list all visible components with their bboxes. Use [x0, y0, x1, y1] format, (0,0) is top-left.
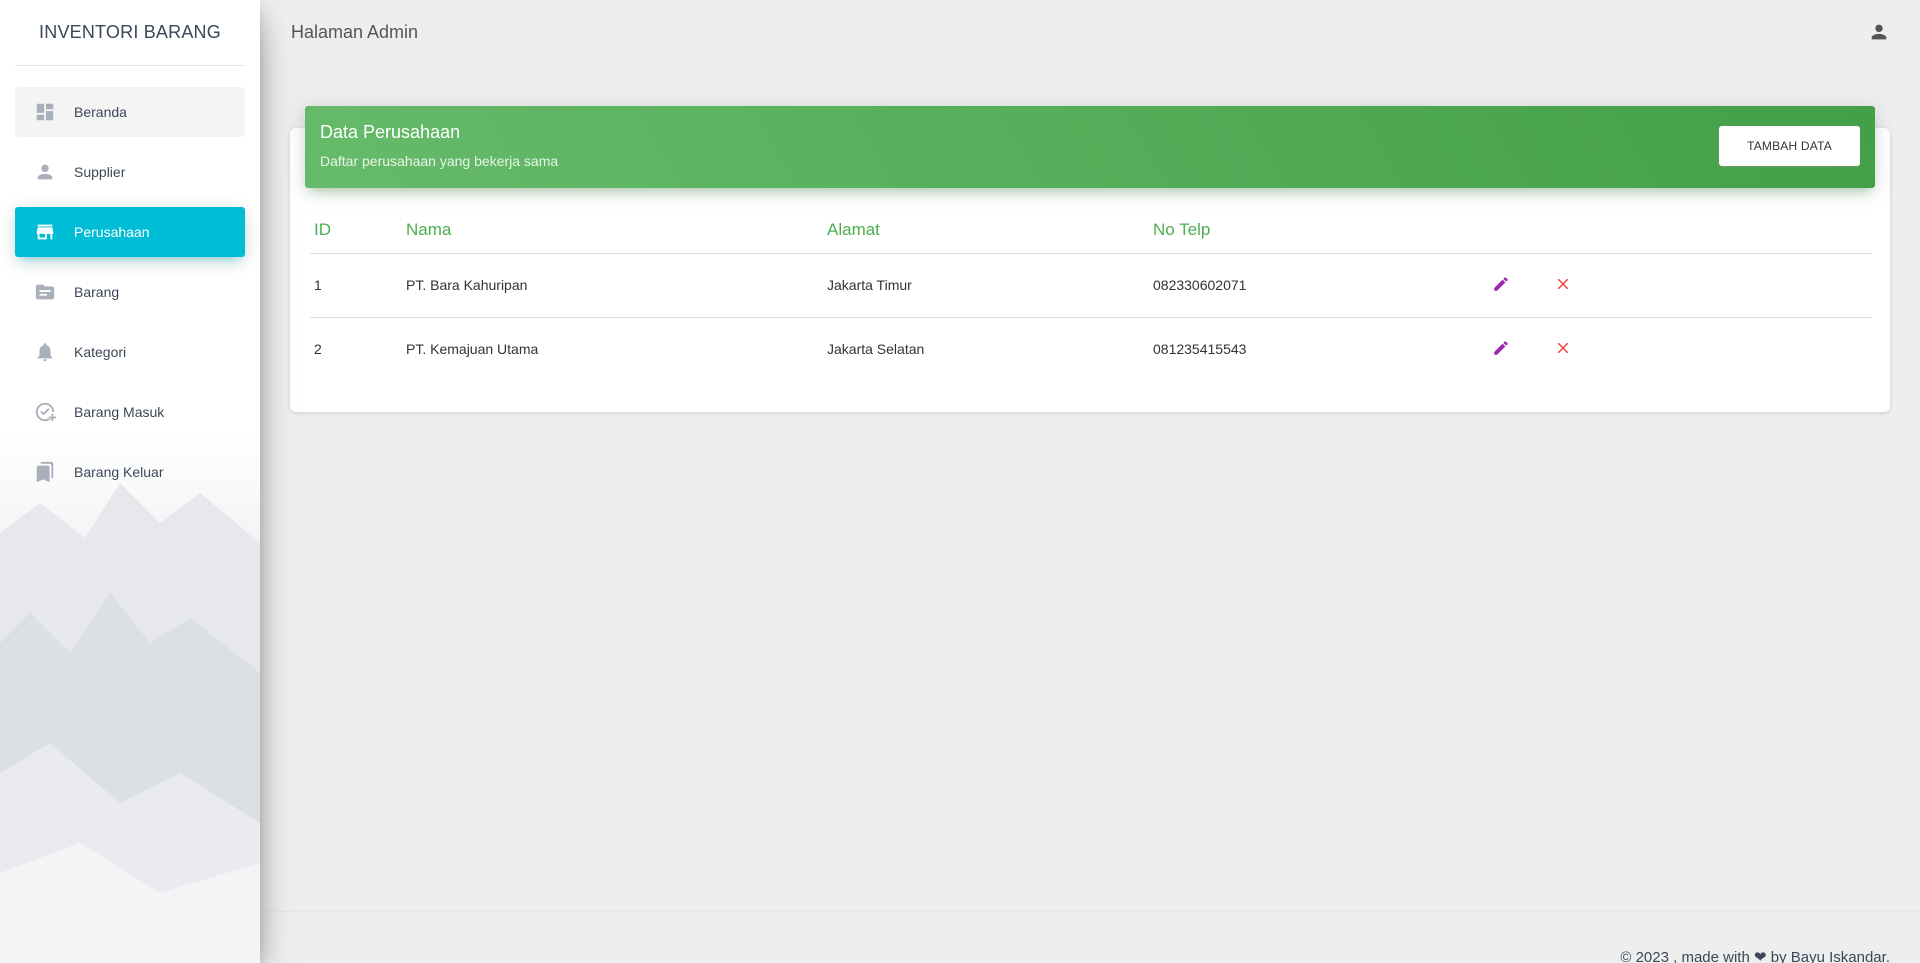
sidebar-item-label: Kategori — [74, 344, 127, 360]
copyright-suffix: by Bayu Iskandar. — [1770, 949, 1890, 963]
person-icon — [33, 160, 57, 184]
app-logo[interactable]: INVENTORI BARANG — [15, 0, 245, 66]
sidebar-item-label: Barang Keluar — [74, 464, 164, 480]
cell-delete — [1549, 253, 1872, 318]
copyright-prefix: © 2023 , made with — [1620, 949, 1750, 963]
sidebar-item-perusahaan[interactable]: Perusahaan — [15, 207, 245, 257]
company-card: Data Perusahaan Daftar perusahaan yang b… — [290, 106, 1890, 412]
footer: © 2023 , made with ❤ by Bayu Iskandar. — [260, 911, 1920, 963]
add-data-button[interactable]: TAMBAH DATA — [1719, 126, 1860, 166]
user-account-icon[interactable] — [1868, 21, 1890, 43]
copyright: © 2023 , made with ❤ by Bayu Iskandar. — [1620, 948, 1890, 963]
column-header-delete — [1549, 208, 1872, 254]
pencil-icon[interactable] — [1491, 274, 1511, 294]
sidebar-item-label: Barang Masuk — [74, 404, 165, 420]
main-panel: Halaman Admin Data Perusahaan Daftar per… — [260, 0, 1920, 963]
sidebar-item-label: Perusahaan — [74, 224, 150, 240]
table-row: 2 PT. Kemajuan Utama Jakarta Selatan 081… — [310, 317, 1872, 381]
cell-id: 2 — [314, 341, 322, 358]
close-icon[interactable] — [1553, 338, 1573, 358]
pencil-icon[interactable] — [1491, 338, 1511, 358]
card-title: Data Perusahaan — [320, 122, 461, 142]
column-header-telp: No Telp — [1149, 208, 1487, 254]
cell-id: 1 — [310, 253, 402, 318]
cell-edit — [1487, 253, 1549, 318]
column-header-alamat: Alamat — [823, 208, 1149, 254]
sidebar-item-label: Supplier — [74, 164, 126, 180]
column-header-nama: Nama — [402, 208, 823, 254]
sidebar-item-kategori[interactable]: Kategori — [15, 327, 245, 377]
sidebar-item-label: Beranda — [74, 104, 127, 120]
sidebar-item-beranda[interactable]: Beranda — [15, 87, 245, 137]
bookmarks-icon — [33, 460, 57, 484]
cell-nama: PT. Bara Kahuripan — [402, 253, 823, 318]
cell-nama: PT. Kemajuan Utama — [406, 341, 539, 358]
dashboard-icon — [33, 100, 57, 124]
cell-telp: 082330602071 — [1149, 253, 1487, 318]
company-table: ID Nama Alamat No Telp 1 PT. Bara Kahuri… — [310, 208, 1872, 381]
cell-telp: 081235415543 — [1153, 341, 1247, 358]
cell-alamat: Jakarta Selatan — [827, 341, 925, 358]
sidebar-item-supplier[interactable]: Supplier — [15, 147, 245, 197]
sidebar-nav: Beranda Supplier Perusahaan Barang Kateg… — [0, 87, 260, 497]
sidebar-item-label: Barang — [74, 284, 120, 300]
heart-icon: ❤ — [1754, 949, 1767, 963]
cell-alamat: Jakarta Timur — [823, 253, 1149, 318]
table-header-row: ID Nama Alamat No Telp — [310, 208, 1872, 254]
sidebar: INVENTORI BARANG Beranda Supplier Perusa… — [0, 0, 260, 963]
card-header: Data Perusahaan Daftar perusahaan yang b… — [305, 106, 1875, 188]
check-circle-plus-icon — [33, 400, 57, 424]
store-icon — [33, 220, 57, 244]
close-icon[interactable] — [1553, 274, 1573, 294]
top-navbar: Halaman Admin — [260, 0, 1920, 64]
sidebar-item-barang-masuk[interactable]: Barang Masuk — [15, 387, 245, 437]
column-header-edit — [1487, 208, 1549, 254]
sidebar-item-barang[interactable]: Barang — [15, 267, 245, 317]
cell-edit — [1487, 317, 1549, 381]
card-subtitle: Daftar perusahaan yang bekerja sama — [320, 153, 559, 169]
table-row: 1 PT. Bara Kahuripan Jakarta Timur 08233… — [310, 253, 1872, 318]
sidebar-item-barang-keluar[interactable]: Barang Keluar — [15, 447, 245, 497]
page-title[interactable]: Halaman Admin — [291, 22, 418, 43]
column-header-id: ID — [310, 208, 402, 254]
sidebar-background-image — [0, 483, 260, 963]
cell-delete — [1549, 317, 1872, 381]
folder-icon — [33, 280, 57, 304]
bell-icon — [33, 340, 57, 364]
